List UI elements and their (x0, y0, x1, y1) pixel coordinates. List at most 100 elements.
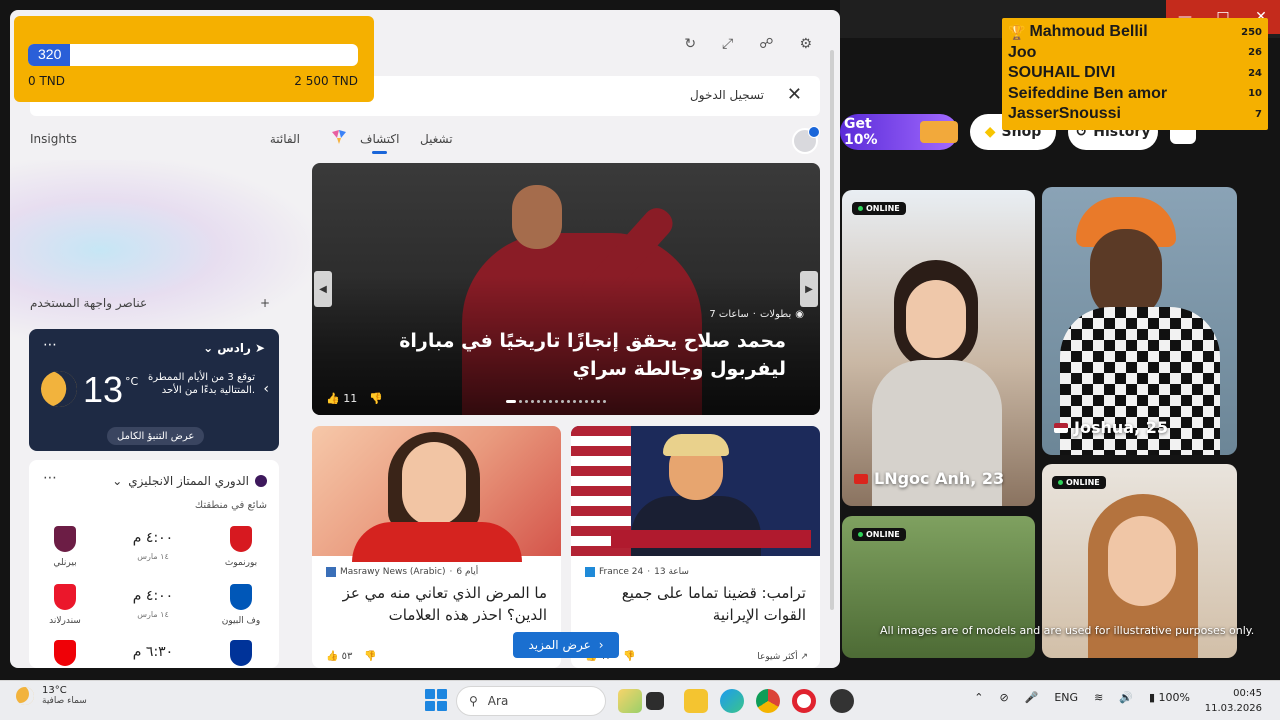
league-card[interactable]: ⋯ ⌄ الدوري الممتاز الانجليزي شائع في منط… (29, 460, 279, 668)
away-team (41, 636, 89, 668)
match-row[interactable]: ٦:٣٠ م (41, 636, 265, 668)
online-badge: ONLINE (852, 202, 906, 215)
away-team (41, 580, 89, 614)
taskbar-clock[interactable]: 00:45 11.03.2026 (1205, 686, 1262, 716)
news-title[interactable]: ما المرض الذي تعاني منه مي عز الدين؟ احذ… (323, 582, 547, 626)
match-time: ٤:٠٠ م (132, 588, 174, 604)
dislike-button[interactable]: 👎 (369, 392, 383, 405)
match-row[interactable]: بورنموث بيرنلي ٤:٠٠ م ١٤ مارس (41, 522, 265, 572)
carousel-prev-button[interactable]: ◀ (314, 271, 332, 307)
team-crest-icon (54, 526, 76, 552)
online-badge: ONLINE (1052, 476, 1106, 489)
like-button[interactable]: 👍 11 (326, 392, 357, 405)
battery-indicator[interactable]: ▮ 100% (1149, 691, 1190, 704)
insights-label: Insights (30, 132, 77, 146)
network-off-icon[interactable]: ⊘ (999, 691, 1008, 704)
more-options-icon[interactable]: ⋯ (43, 470, 57, 486)
scrollbar[interactable] (830, 50, 834, 610)
location-arrow-icon: ➤ (254, 341, 265, 355)
match-row[interactable]: وف البيون سندرلاند ٤:٠٠ م ١٤ مارس (41, 580, 265, 630)
gear-icon[interactable]: ⚙ (799, 36, 812, 52)
chevron-down-icon: ⌄ (203, 341, 214, 355)
more-options-icon[interactable]: ⋯ (43, 337, 57, 353)
promo-button[interactable]: Get 10% (840, 114, 958, 150)
leaderboard-score: 10 (1248, 88, 1262, 100)
league-title[interactable]: ⌄ الدوري الممتاز الانجليزي (112, 474, 267, 488)
match-time: ٦:٣٠ م (132, 644, 174, 660)
signin-link[interactable]: تسجيل الدخول (690, 88, 764, 102)
promo-label: Get 10% (844, 116, 878, 148)
ui-elements-header: عناصر واجهة المستخدم + (30, 296, 270, 310)
home-team (217, 522, 265, 556)
match-time: ٤:٠٠ م (132, 530, 174, 546)
start-button[interactable] (425, 689, 447, 711)
diamond-icon: ◆ (984, 124, 996, 140)
team-crest-icon (230, 584, 252, 610)
away-team-name: بيرنلي (53, 558, 77, 568)
chrome-icon[interactable] (756, 689, 780, 713)
weather-location[interactable]: ⌄ رادس ➤ (203, 341, 265, 355)
share-icon[interactable]: ☍ (759, 36, 773, 52)
home-team (217, 636, 265, 668)
leaderboard-score: 250 (1241, 26, 1262, 38)
copilot-icon[interactable] (330, 128, 348, 146)
usa-flag-icon (1054, 422, 1068, 433)
hero-meta: ساعات 7 · بطولات ◉ (709, 309, 804, 320)
language-indicator[interactable]: ENG (1054, 691, 1078, 704)
missed-label: الفائتة (269, 132, 300, 146)
taskbar-weather[interactable]: 13°C سماء صافية (16, 685, 87, 706)
trending-label: شائع في منطقتك (194, 500, 267, 511)
like-button[interactable]: 👍 ٥٣ (326, 651, 352, 662)
opera-icon[interactable] (792, 689, 816, 713)
taskbar-app-icon[interactable] (618, 689, 642, 713)
dislike-button[interactable]: 👎 (623, 651, 635, 662)
tab-discover[interactable]: اكتشاف (360, 132, 399, 154)
carousel-next-button[interactable]: ▶ (800, 271, 818, 307)
publisher-logo-icon (585, 567, 595, 577)
news-source: France 24 · ساعة 13 (585, 567, 689, 577)
refresh-icon[interactable]: ↻ (684, 36, 696, 52)
dislike-button[interactable]: 👎 (364, 651, 376, 662)
search-icon: ⚲ (469, 694, 478, 708)
edge-icon[interactable] (720, 689, 744, 713)
hero-story[interactable]: ◀ ▶ ساعات 7 · بطولات ◉ محمد صلاح يحقق إن… (312, 163, 820, 415)
team-crest-icon (54, 584, 76, 610)
news-title[interactable]: ترامب: قضينا تماما على جميع القوات الإير… (582, 582, 806, 626)
profile-photo-face (906, 280, 966, 358)
news-source: Masrawy News (Arabic) · أيام 6 (326, 567, 478, 577)
goal-min-label: 0 TND (28, 74, 65, 88)
news-image (571, 426, 820, 556)
decorative-glow (10, 160, 310, 340)
wifi-icon[interactable]: ≋ (1094, 691, 1103, 704)
task-view-icon[interactable] (646, 692, 664, 710)
profile-name: Joshua, 25 (1054, 418, 1168, 437)
file-explorer-icon[interactable] (684, 689, 708, 713)
ui-elements-label: عناصر واجهة المستخدم (30, 296, 148, 310)
obs-icon[interactable] (830, 689, 854, 713)
insights-header: Insights الفائتة (30, 132, 300, 146)
taskbar-search[interactable]: ⚲ Ara (456, 686, 606, 716)
avatar[interactable] (792, 126, 820, 154)
taskbar: 13°C سماء صافية ⚲ Ara ⌃ ⊘ 🎤 ENG ≋ 🔊 ▮ 10… (0, 680, 1280, 720)
add-widget-icon[interactable]: + (260, 296, 270, 310)
weather-card[interactable]: ⋯ ⌄ رادس ➤ 13 °C توقع 3 من الأيام الممطر… (29, 329, 279, 451)
expand-icon[interactable]: ⤢ (722, 36, 733, 52)
microphone-icon[interactable]: 🎤 (1025, 691, 1039, 704)
hero-title[interactable]: محمد صلاح يحقق إنجازًا تاريخيًا في مبارا… (326, 327, 786, 383)
close-icon[interactable]: ✕ (787, 84, 802, 105)
leaderboard-row: Joo 26 (1008, 43, 1262, 61)
disclaimer-text: All images are of models and are used fo… (880, 624, 1255, 637)
full-forecast-button[interactable]: عرض التنبؤ الكامل (107, 427, 205, 445)
leaderboard-row: 🏆 Mahmoud Bellil 250 (1008, 23, 1262, 41)
show-more-button[interactable]: عرض المزيد › (513, 632, 619, 658)
tab-play[interactable]: تشغيل (420, 132, 453, 146)
profile-tile-lngoc[interactable]: ONLINE LNgoc Anh, 23 (842, 190, 1035, 506)
vietnam-flag-icon (854, 473, 868, 484)
chevron-up-icon[interactable]: ⌃ (974, 691, 983, 704)
leaderboard-score: 7 (1255, 108, 1262, 120)
profile-tile-joshua[interactable]: Joshua, 25 (1042, 187, 1237, 455)
chevron-left-icon[interactable]: ‹ (263, 381, 269, 397)
weather-forecast-text: توقع 3 من الأيام الممطرة المتتالية بدءًا… (148, 372, 255, 396)
news-image (312, 426, 561, 562)
volume-icon[interactable]: 🔊 (1119, 691, 1133, 704)
